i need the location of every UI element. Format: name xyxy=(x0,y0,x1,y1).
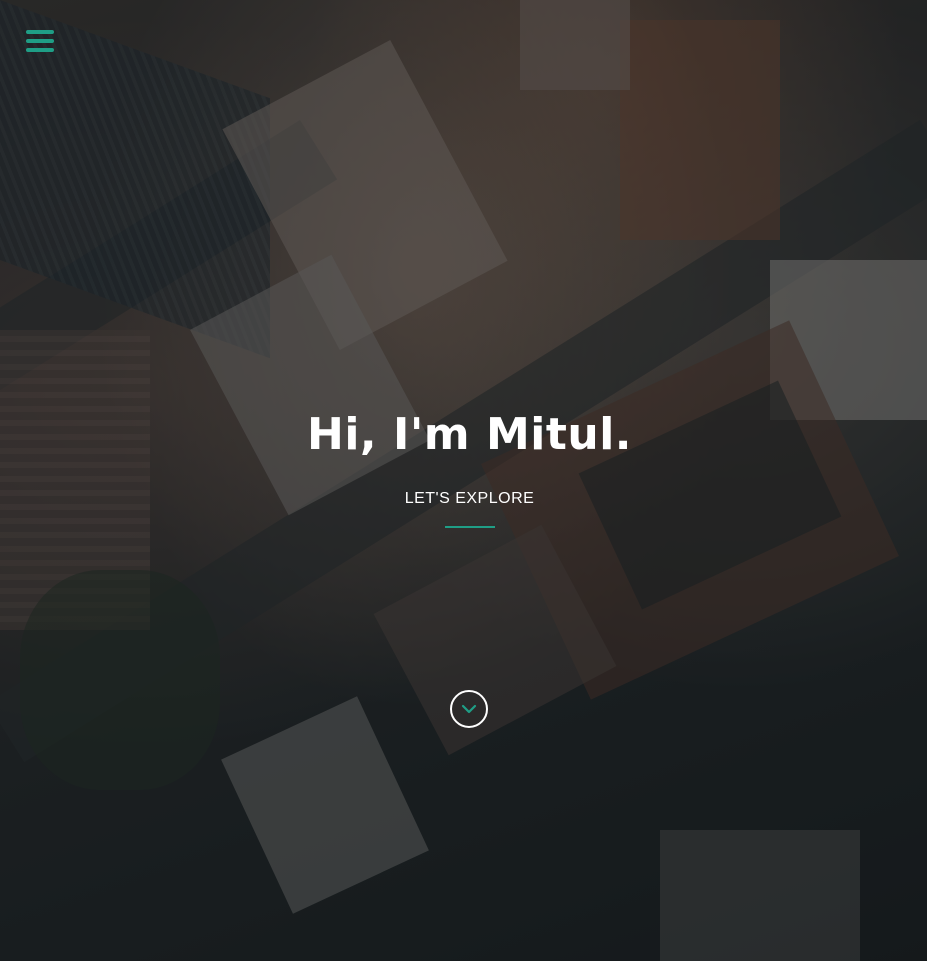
hero-content: Hi, I'm Mitul. LET'S EXPLORE xyxy=(0,408,927,528)
hero-section: Hi, I'm Mitul. LET'S EXPLORE xyxy=(0,0,927,961)
explore-link[interactable]: LET'S EXPLORE xyxy=(393,490,535,508)
chevron-down-icon xyxy=(461,704,477,714)
accent-underline xyxy=(444,526,495,528)
hamburger-menu-icon[interactable] xyxy=(26,28,54,54)
hero-title: Hi, I'm Mitul. xyxy=(307,409,632,460)
scroll-down-button[interactable] xyxy=(450,690,488,728)
